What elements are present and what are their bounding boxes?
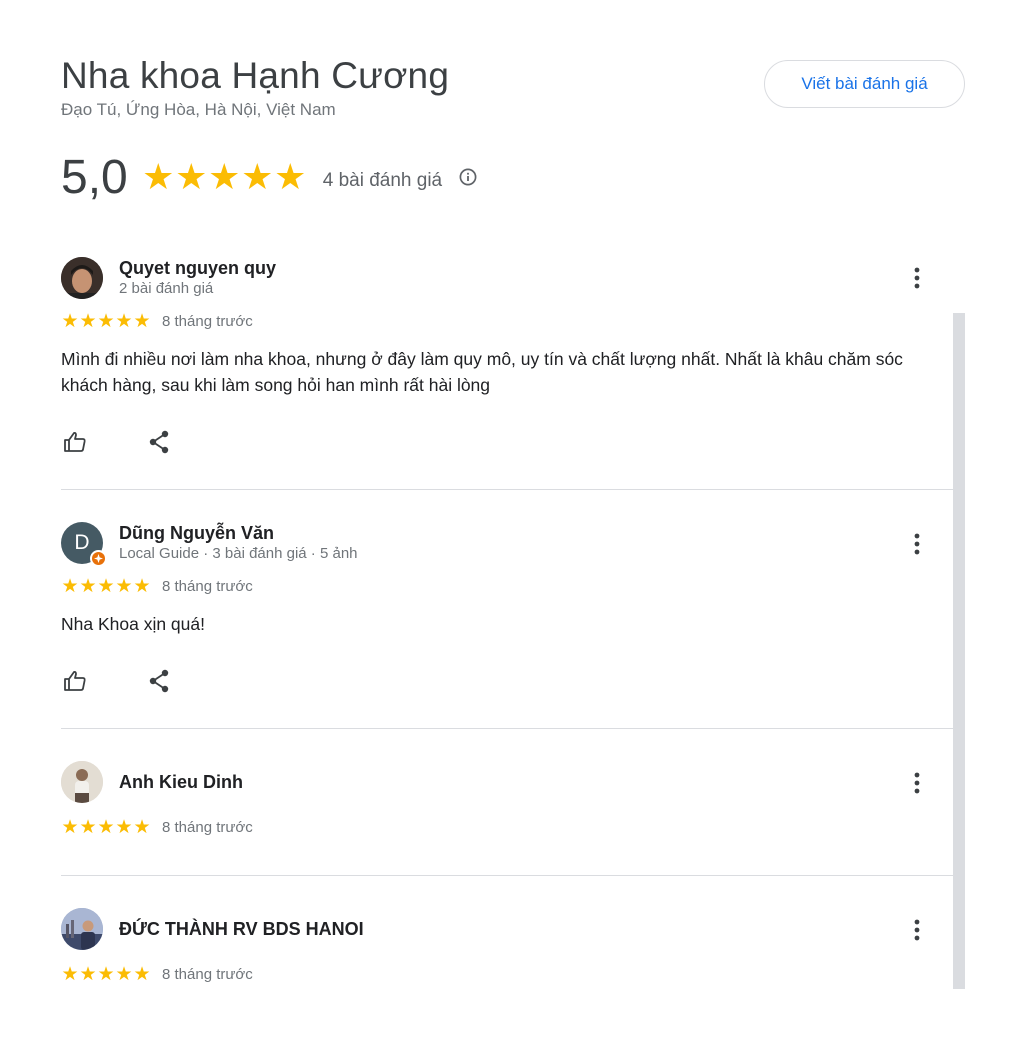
- more-options-icon[interactable]: [905, 266, 929, 290]
- review-time: 8 tháng trước: [162, 966, 253, 983]
- info-icon[interactable]: [458, 167, 478, 187]
- star-icon: ★: [97, 576, 115, 597]
- avatar-letter: D: [74, 531, 90, 554]
- more-options-icon[interactable]: [905, 771, 929, 795]
- review-text: Nha Khoa xịn quá!: [61, 614, 205, 634]
- star-icon: ★: [274, 156, 307, 197]
- star-icon: ★: [79, 964, 97, 985]
- place-header: Nha khoa Hạnh Cương Đạo Tú, Ứng Hòa, Hà …: [61, 54, 449, 120]
- review-card: Quyet nguyen quy 2 bài đánh giá ★ ★ ★ ★ ★ 8 …: [61, 248, 953, 490]
- like-button[interactable]: [61, 667, 89, 695]
- write-review-button[interactable]: Viết bài đánh giá: [764, 60, 965, 108]
- star-icon: ★: [133, 817, 151, 838]
- reviewer-avatar[interactable]: [61, 908, 103, 950]
- average-stars: ★ ★ ★ ★ ★: [142, 159, 307, 195]
- reviewer-name[interactable]: Quyet nguyen quy: [119, 257, 276, 279]
- star-icon: ★: [175, 156, 208, 197]
- reviewer-name[interactable]: Dũng Nguyễn Văn: [119, 522, 358, 544]
- star-icon: ★: [133, 576, 151, 597]
- star-icon: ★: [133, 964, 151, 985]
- review-card: Anh Kieu Dinh ★ ★ ★ ★ ★ 8 tháng trước: [61, 729, 953, 876]
- star-icon: ★: [79, 311, 97, 332]
- reviews-list: Quyet nguyen quy 2 bài đánh giá ★ ★ ★ ★ ★ 8 …: [61, 248, 953, 1016]
- star-icon: ★: [241, 156, 274, 197]
- reviewer-name[interactable]: ĐỨC THÀNH RV BDS HANOI: [119, 918, 364, 940]
- review-stars: ★ ★ ★ ★ ★: [61, 577, 151, 596]
- reviewer-avatar[interactable]: D: [61, 522, 107, 567]
- average-score: 5,0: [61, 150, 128, 204]
- reviewer-avatar[interactable]: [61, 761, 103, 803]
- star-icon: ★: [142, 156, 175, 197]
- review-stars: ★ ★ ★ ★ ★: [61, 312, 151, 331]
- star-icon: ★: [115, 817, 133, 838]
- review-stars: ★ ★ ★ ★ ★: [61, 965, 151, 984]
- reviewer-meta: Local Guide · 3 bài đánh giá · 5 ảnh: [119, 545, 358, 562]
- review-time: 8 tháng trước: [162, 313, 253, 330]
- place-title: Nha khoa Hạnh Cương: [61, 55, 450, 96]
- scrollbar[interactable]: [953, 313, 965, 989]
- star-icon: ★: [208, 156, 241, 197]
- star-icon: ★: [133, 311, 151, 332]
- share-button[interactable]: [145, 667, 173, 695]
- star-icon: ★: [97, 817, 115, 838]
- reviewer-name[interactable]: Anh Kieu Dinh: [119, 771, 243, 793]
- star-icon: ★: [61, 964, 79, 985]
- review-text: Mình đi nhiều nơi làm nha khoa, nhưng ở …: [61, 349, 903, 395]
- rating-summary: 5,0 ★ ★ ★ ★ ★ 4 bài đánh giá: [61, 148, 478, 206]
- star-icon: ★: [79, 576, 97, 597]
- reviewer-avatar[interactable]: [61, 257, 103, 299]
- star-icon: ★: [115, 311, 133, 332]
- like-button[interactable]: [61, 428, 89, 456]
- share-button[interactable]: [145, 428, 173, 456]
- more-options-icon[interactable]: [905, 532, 929, 556]
- local-guide-badge-icon: [90, 550, 107, 567]
- star-icon: ★: [61, 576, 79, 597]
- star-icon: ★: [79, 817, 97, 838]
- star-icon: ★: [115, 964, 133, 985]
- review-stars: ★ ★ ★ ★ ★: [61, 818, 151, 837]
- place-address: Đạo Tú, Ứng Hòa, Hà Nội, Việt Nam: [61, 100, 336, 119]
- review-count: 4 bài đánh giá: [322, 170, 443, 191]
- star-icon: ★: [115, 576, 133, 597]
- review-time: 8 tháng trước: [162, 578, 253, 595]
- review-card: ĐỨC THÀNH RV BDS HANOI ★ ★ ★ ★ ★ 8 tháng trư…: [61, 876, 953, 1016]
- reviewer-meta: 2 bài đánh giá: [119, 280, 214, 297]
- star-icon: ★: [61, 311, 79, 332]
- review-time: 8 tháng trước: [162, 819, 253, 836]
- review-card: D Dũng Nguyễn Văn Local Guide · 3 bài đá…: [61, 490, 953, 729]
- star-icon: ★: [97, 964, 115, 985]
- star-icon: ★: [61, 817, 79, 838]
- star-icon: ★: [97, 311, 115, 332]
- more-options-icon[interactable]: [905, 918, 929, 942]
